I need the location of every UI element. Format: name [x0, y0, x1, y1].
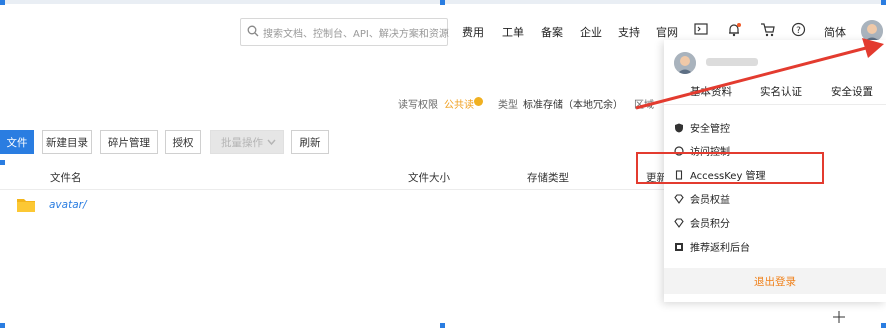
annotation-arrow-icon: [635, 38, 884, 110]
crosshair-icon: [833, 311, 845, 323]
